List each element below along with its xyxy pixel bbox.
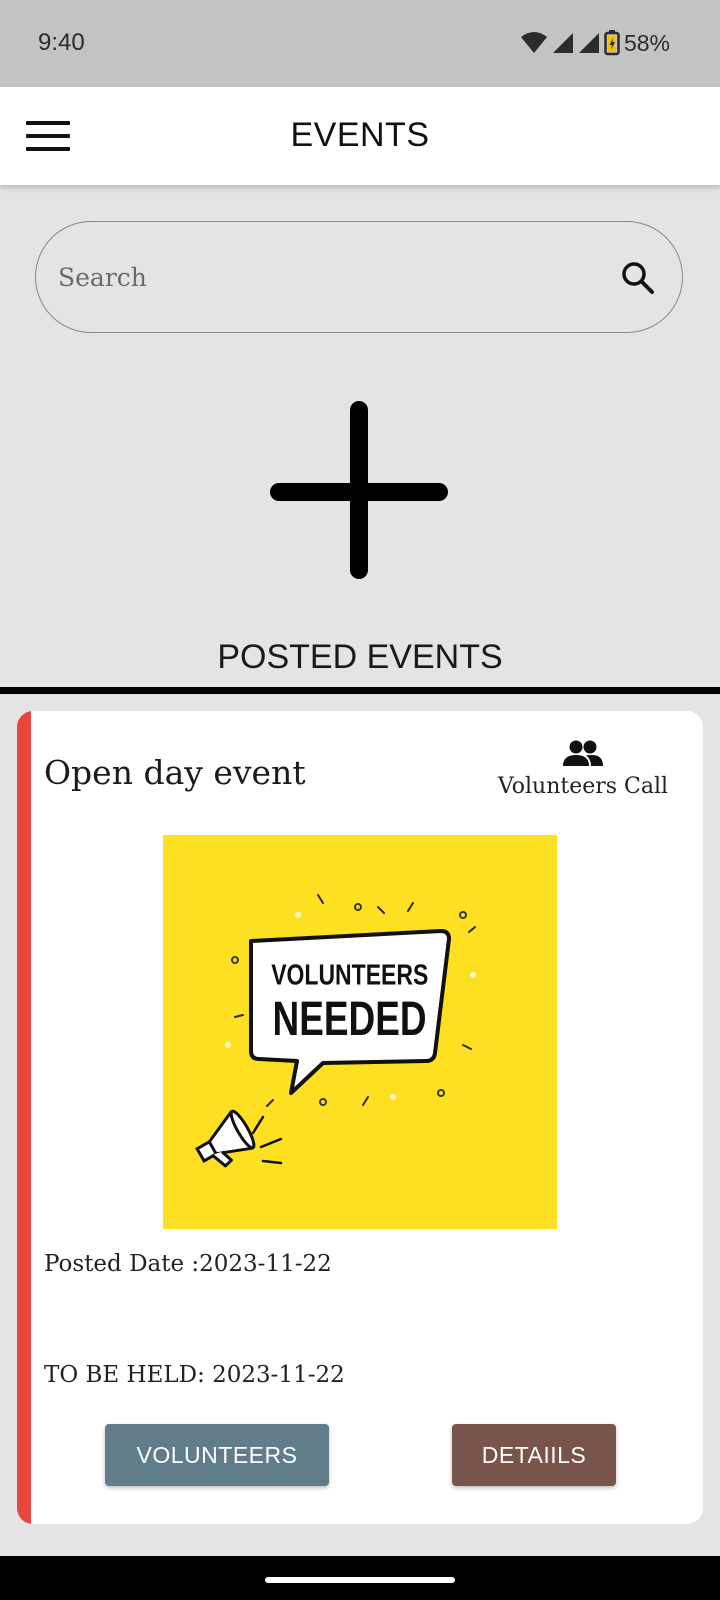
app-bar: EVENTS <box>0 87 720 185</box>
page-title: EVENTS <box>290 116 430 154</box>
section-divider <box>0 687 720 694</box>
search-input[interactable] <box>56 252 580 302</box>
battery-percent: 58% <box>623 29 670 56</box>
plus-icon <box>270 401 448 579</box>
event-card[interactable]: Open day event Volunteers Call VOLUNTEER… <box>17 711 703 1524</box>
posted-date: Posted Date :2023-11-22 <box>44 1251 332 1277</box>
signal-icon <box>578 33 599 53</box>
status-icons: 58% <box>520 28 670 58</box>
search-bar[interactable] <box>35 221 683 333</box>
held-date: TO BE HELD: 2023-11-22 <box>44 1362 345 1388</box>
signal-icon <box>552 33 573 53</box>
event-title: Open day event <box>44 753 306 792</box>
event-type-label: Volunteers Call <box>497 774 669 799</box>
system-navigation-bar <box>0 1556 720 1600</box>
details-button[interactable]: DETAIILS <box>452 1424 616 1486</box>
image-text-line2: NEEDED <box>273 992 427 1046</box>
group-icon <box>563 740 603 766</box>
image-text-line1: VOLUNTEERS <box>271 958 428 991</box>
search-icon[interactable] <box>618 258 658 298</box>
add-event-button[interactable] <box>269 400 449 580</box>
status-time: 9:40 <box>38 29 85 56</box>
card-accent-bar <box>17 711 31 1524</box>
status-bar: 9:40 58% <box>0 0 720 87</box>
posted-events-title: POSTED EVENTS <box>217 638 503 676</box>
event-image: VOLUNTEERS NEEDED <box>163 835 557 1229</box>
wifi-icon <box>520 32 547 53</box>
battery-charging-icon <box>604 30 620 56</box>
event-type: Volunteers Call <box>488 739 678 799</box>
home-gesture-handle[interactable] <box>265 1577 455 1583</box>
volunteers-button[interactable]: VOLUNTEERS <box>105 1424 329 1486</box>
